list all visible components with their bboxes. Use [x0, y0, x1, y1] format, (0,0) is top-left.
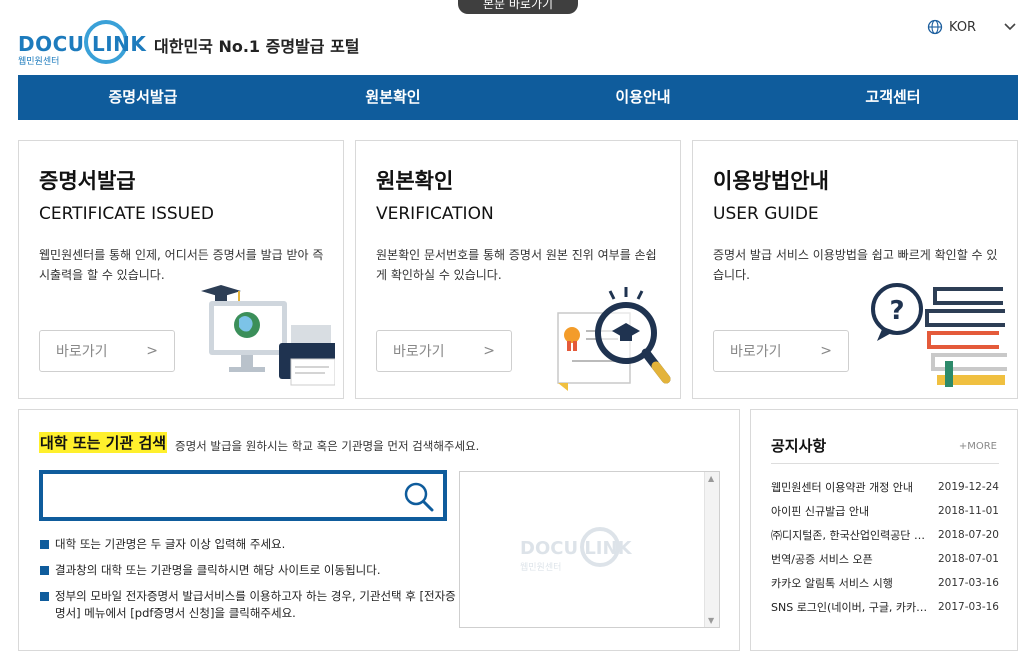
logo[interactable]: DOCU LINK 웹민원센터: [18, 18, 146, 68]
notice-item-title: SNS 로그인(네이버, 구글, 카카오): [771, 601, 929, 614]
notice-item-date: 2018-07-01: [937, 553, 999, 565]
notice-item-title: 웹민원센터 이용약관 개정 안내: [771, 481, 914, 494]
list-item: 대학 또는 기관명은 두 글자 이상 입력해 주세요.: [40, 536, 460, 553]
nav-customer-center[interactable]: 고객센터: [768, 75, 1018, 120]
notice-item[interactable]: ㈜디지털존, 한국산업인력공단 증명서 발급 2018-07-20: [771, 523, 999, 547]
list-item: 정부의 모바일 전자증명서 발급서비스를 이용하고자 하는 경우, 기관선택 후…: [40, 588, 460, 622]
notice-item-date: 2018-11-01: [937, 505, 999, 517]
notice-more-link[interactable]: +MORE: [959, 441, 997, 452]
language-selector[interactable]: KOR: [927, 19, 1016, 35]
search-results-box[interactable]: DOCU LINK 웹민원센터 ▲ ▼: [459, 471, 720, 628]
search-input[interactable]: [49, 480, 389, 512]
card-title: 이용방법안내: [713, 169, 829, 193]
site-tagline: 대한민국 No.1 증명발급 포털: [154, 37, 360, 56]
notice-item-title: 번역/공증 서비스 오픈: [771, 553, 873, 566]
card-user-guide: 이용방법안내 USER GUIDE 증명서 발급 서비스 이용방법을 쉽고 빠르…: [692, 140, 1018, 399]
arrow-right-icon: >: [146, 343, 158, 359]
card-go-button[interactable]: 바로가기 >: [376, 330, 512, 372]
list-item: 결과창의 대학 또는 기관명을 클릭하시면 해당 사이트로 이동됩니다.: [40, 562, 460, 579]
search-title: 대학 또는 기관 검색: [39, 432, 168, 453]
notice-item[interactable]: 번역/공증 서비스 오픈 2018-07-01: [771, 547, 999, 571]
search-icon[interactable]: [403, 481, 435, 513]
nav-verification[interactable]: 원본확인: [268, 75, 518, 120]
main-nav: 증명서발급 원본확인 이용안내 고객센터: [18, 75, 1018, 120]
notice-item[interactable]: 아이핀 신규발급 안내 2018-11-01: [771, 499, 999, 523]
nav-guide[interactable]: 이용안내: [518, 75, 768, 120]
chevron-down-icon: [1004, 23, 1016, 31]
notice-item[interactable]: 카카오 알림톡 서비스 시행 2017-03-16: [771, 571, 999, 595]
computer-printer-icon: [201, 285, 335, 386]
go-button-label: 바로가기: [730, 344, 782, 360]
card-title: 원본확인: [376, 169, 454, 193]
logo-watermark: DOCU LINK 웹민원센터: [520, 527, 650, 573]
notice-item-title: 카카오 알림톡 서비스 시행: [771, 577, 893, 590]
svg-text:?: ?: [889, 296, 904, 326]
institution-search-section: 대학 또는 기관 검색 증명서 발급을 원하시는 학교 혹은 기관명을 먼저 검…: [18, 409, 740, 651]
notice-item-date: 2017-03-16: [937, 577, 999, 589]
notice-item[interactable]: SNS 로그인(네이버, 구글, 카카오) 2017-03-16: [771, 595, 999, 619]
card-subtitle: VERIFICATION: [376, 204, 494, 224]
card-description: 웹민원센터를 통해 인제, 어디서든 증명서를 발급 받아 즉시출력을 할 수 …: [39, 248, 324, 282]
language-label: KOR: [949, 19, 977, 35]
card-go-button[interactable]: 바로가기 >: [39, 330, 175, 372]
arrow-right-icon: >: [820, 343, 832, 359]
nav-certificate-issue[interactable]: 증명서발급: [18, 75, 268, 120]
logo-text: DOCU LINK: [18, 32, 147, 56]
card-title: 증명서발급: [39, 169, 136, 193]
notice-item-date: 2018-07-20: [937, 529, 999, 541]
globe-icon: [927, 19, 943, 35]
scroll-up-icon[interactable]: ▲: [708, 474, 714, 483]
watermark-subtext: 웹민원센터: [520, 563, 562, 573]
notice-item-title: 아이핀 신규발급 안내: [771, 505, 870, 518]
arrow-right-icon: >: [483, 343, 495, 359]
go-button-label: 바로가기: [56, 344, 108, 360]
card-subtitle: CERTIFICATE ISSUED: [39, 204, 214, 224]
search-guide-list: 대학 또는 기관명은 두 글자 이상 입력해 주세요. 결과창의 대학 또는 기…: [40, 536, 460, 631]
scroll-down-icon[interactable]: ▼: [708, 616, 714, 625]
notice-item-date: 2019-12-24: [937, 481, 999, 493]
search-field: [39, 470, 447, 521]
card-subtitle: USER GUIDE: [713, 204, 819, 224]
notice-item[interactable]: 웹민원센터 이용약관 개정 안내 2019-12-24: [771, 475, 999, 499]
card-certificate-issue: 증명서발급 CERTIFICATE ISSUED 웹민원센터를 통해 인제, 어…: [18, 140, 344, 399]
card-go-button[interactable]: 바로가기 >: [713, 330, 849, 372]
search-description: 증명서 발급을 원하시는 학교 혹은 기관명을 먼저 검색해주세요.: [175, 439, 480, 453]
skip-to-content-link[interactable]: 본문 바로가기: [458, 0, 578, 14]
certificate-magnifier-icon: [557, 287, 671, 391]
logo-subtext: 웹민원센터: [18, 57, 60, 67]
go-button-label: 바로가기: [393, 344, 445, 360]
notice-item-date: 2017-03-16: [937, 601, 999, 613]
divider: [771, 463, 999, 464]
card-verification: 원본확인 VERIFICATION 원본확인 문서번호를 통해 증명서 원본 진…: [355, 140, 681, 399]
question-books-icon: ?: [871, 283, 1007, 387]
notice-list: 웹민원센터 이용약관 개정 안내 2019-12-24 아이핀 신규발급 안내 20…: [771, 475, 999, 619]
notice-title: 공지사항: [771, 437, 827, 455]
notice-panel: 공지사항 +MORE 웹민원센터 이용약관 개정 안내 2019-12-24 아이…: [750, 409, 1018, 651]
results-scrollbar[interactable]: ▲ ▼: [704, 472, 719, 627]
card-description: 증명서 발급 서비스 이용방법을 쉽고 빠르게 확인할 수 있습니다.: [713, 248, 998, 282]
watermark-text: DOCU LINK: [520, 538, 632, 559]
card-description: 원본확인 문서번호를 통해 증명서 원본 진위 여부를 손쉽게 확인하실 수 있…: [376, 248, 657, 282]
notice-item-title: ㈜디지털존, 한국산업인력공단 증명서 발급: [771, 529, 929, 542]
